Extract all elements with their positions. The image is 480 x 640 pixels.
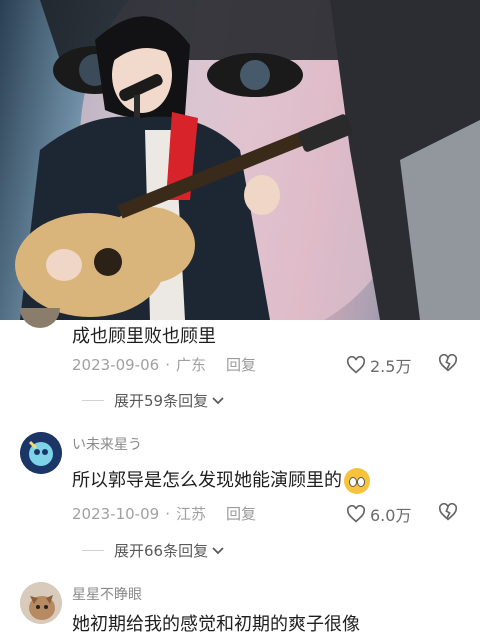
separator-dot: ·: [165, 505, 170, 523]
comment-username[interactable]: い未来星う: [72, 434, 142, 454]
comment-text: 她初期给我的感觉和初期的爽子很像: [72, 614, 360, 635]
heart-icon: [346, 505, 366, 523]
divider-line: [82, 400, 104, 401]
avatar[interactable]: [20, 432, 62, 474]
reply-button[interactable]: 回复: [226, 503, 256, 524]
separator-dot: ·: [165, 356, 170, 374]
like-button[interactable]: 6.0万: [346, 502, 411, 526]
chevron-down-icon: [212, 396, 224, 404]
comment-meta: 2023-10-09 · 江苏 回复: [72, 503, 256, 524]
comment-text-line: 所以郭导是怎么发现她能演顾里的: [72, 466, 370, 494]
dislike-button[interactable]: [438, 502, 458, 525]
expand-label: 展开66条回复: [114, 542, 209, 560]
reply-button[interactable]: 回复: [226, 354, 256, 375]
like-count: 6.0万: [370, 506, 412, 525]
avatar-image: [20, 432, 62, 474]
dislike-button[interactable]: [438, 353, 458, 376]
divider-line: [82, 550, 104, 551]
like-count: 2.5万: [370, 357, 412, 376]
avatar-image: [20, 582, 62, 624]
comment-meta: 2023-09-06 · 广东 回复: [72, 354, 256, 375]
comment-date: 2023-10-09: [72, 505, 160, 523]
heart-icon: [346, 356, 366, 374]
comment-username[interactable]: 星星不睁眼: [72, 584, 142, 604]
performer-photo: [0, 0, 480, 320]
expand-replies-button[interactable]: 展开59条回复: [82, 390, 224, 411]
photo-illustration: [15, 0, 480, 320]
crying-emoji-icon: [344, 468, 370, 494]
expand-replies-button[interactable]: 展开66条回复: [82, 540, 224, 561]
chevron-down-icon: [212, 546, 224, 554]
expand-label: 展开59条回复: [114, 392, 209, 410]
avatar[interactable]: [20, 582, 62, 624]
broken-heart-icon: [438, 353, 458, 372]
comment-location: 广东: [175, 356, 206, 374]
comment-text: 成也顾里败也顾里: [72, 326, 216, 347]
like-button[interactable]: 2.5万: [346, 353, 411, 377]
broken-heart-icon: [438, 502, 458, 521]
comment-date: 2023-09-06: [72, 356, 160, 374]
comment-location: 江苏: [175, 505, 206, 523]
comment-text: 所以郭导是怎么发现她能演顾里的: [72, 470, 342, 491]
avatar[interactable]: [20, 308, 60, 328]
